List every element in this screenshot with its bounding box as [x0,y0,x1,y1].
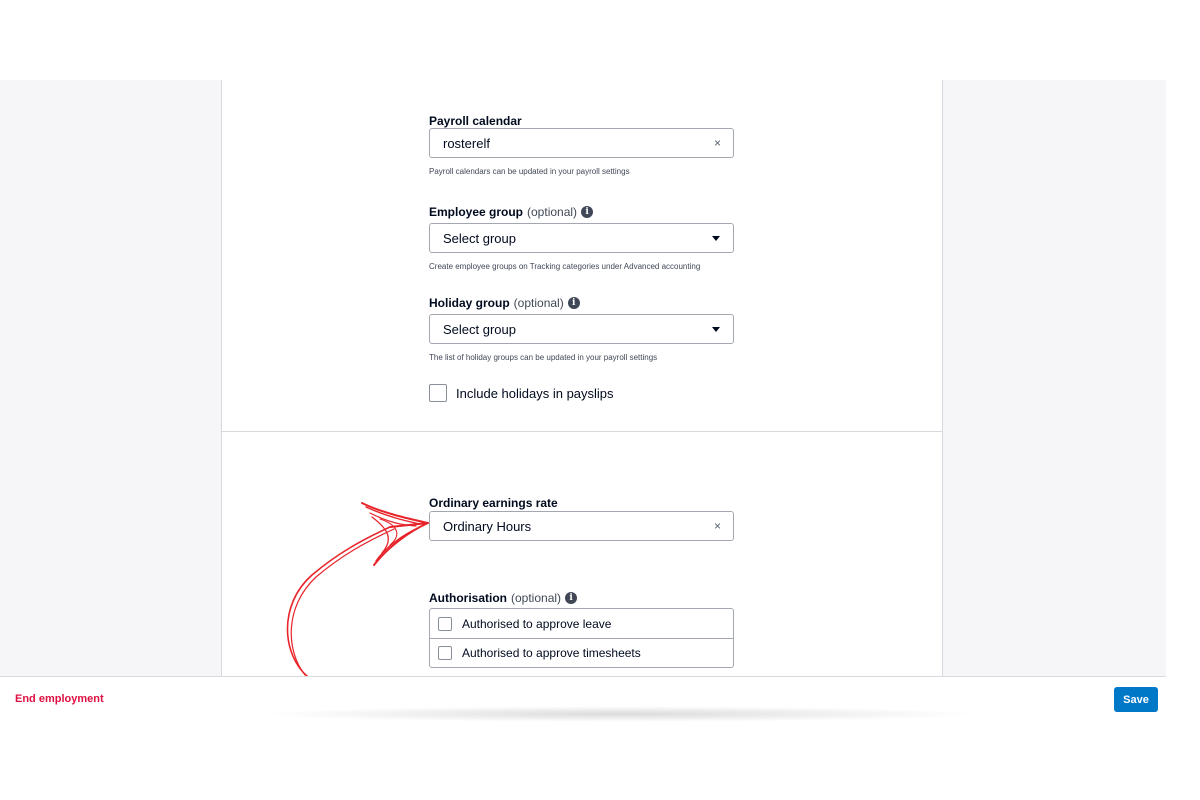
authorisation-options: Authorised to approve leave Authorised t… [429,608,734,668]
clear-icon[interactable]: × [714,519,721,533]
employee-group-value: Select group [443,231,516,246]
ordinary-earnings-field[interactable]: Ordinary Hours × [429,511,734,541]
caret-down-icon [712,327,720,332]
holiday-group-help: The list of holiday groups can be update… [429,353,658,362]
payroll-calendar-value: rosterelf [443,136,490,151]
payroll-calendar-field[interactable]: rosterelf × [429,128,734,158]
authorisation-label: Authorisation (optional) i [429,591,578,605]
include-holidays-option[interactable]: Include holidays in payslips [429,384,614,402]
holiday-group-select[interactable]: Select group [429,314,734,344]
approve-leave-option[interactable]: Authorised to approve leave [430,609,733,638]
approve-leave-label: Authorised to approve leave [462,616,612,631]
holiday-group-value: Select group [443,322,516,337]
form-viewport: Payroll calendar rosterelf × Payroll cal… [0,80,1166,720]
employee-group-select[interactable]: Select group [429,223,734,253]
employment-details-panel: Payroll calendar rosterelf × Payroll cal… [221,80,943,720]
caret-down-icon [712,236,720,241]
approve-leave-checkbox[interactable] [438,616,452,631]
info-icon[interactable]: i [581,206,594,218]
employee-group-label: Employee group (optional) i [429,205,594,219]
payroll-calendar-label: Payroll calendar [429,114,522,128]
info-icon[interactable]: i [565,592,578,604]
include-holidays-label: Include holidays in payslips [456,385,614,401]
save-button[interactable]: Save [1114,687,1158,712]
employee-group-help: Create employee groups on Tracking categ… [429,262,701,271]
ordinary-earnings-label: Ordinary earnings rate [429,496,558,510]
footer-shadow [260,706,980,722]
payroll-calendar-help: Payroll calendars can be updated in your… [429,167,630,176]
approve-timesheets-label: Authorised to approve timesheets [462,646,641,660]
end-employment-link[interactable]: End employment [15,693,104,705]
approve-timesheets-option[interactable]: Authorised to approve timesheets [430,638,733,667]
holiday-group-label: Holiday group (optional) i [429,296,580,310]
ordinary-earnings-value: Ordinary Hours [443,519,532,534]
clear-icon[interactable]: × [714,136,721,150]
section-divider [222,431,942,432]
approve-timesheets-checkbox[interactable] [438,646,452,660]
info-icon[interactable]: i [567,297,580,309]
include-holidays-checkbox[interactable] [429,384,447,402]
